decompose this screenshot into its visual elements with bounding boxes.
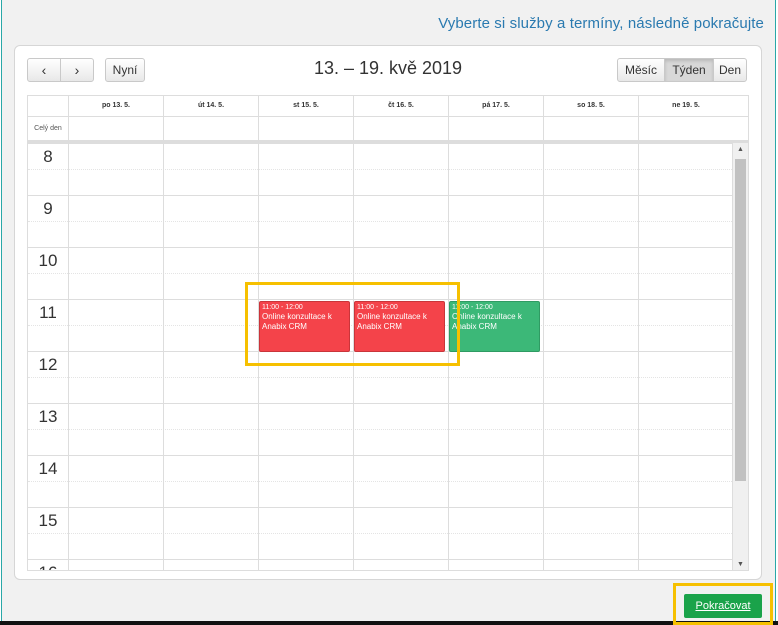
half-hour-slot[interactable] [28,533,734,559]
half-hour-slot[interactable] [28,273,734,299]
hour-slot[interactable] [28,507,734,533]
hour-label: 8 [43,147,53,166]
hour-slot[interactable] [28,247,734,273]
header-gutter [28,96,68,116]
day-header: po 13. 5. [68,96,163,116]
day-column-divider [638,143,639,570]
day-header: pá 17. 5. [448,96,543,116]
hour-label: 9 [43,199,53,218]
event-time: 11:00 - 12:00 [357,304,398,311]
all-day-cell[interactable] [638,116,733,140]
scrollbar-thumb[interactable] [735,159,746,481]
calendar-event[interactable]: 11:00 - 12:00 Online konzultace k Anabix … [259,301,350,352]
all-day-cell[interactable] [448,116,543,140]
calendar-card: ‹ › Nyní 13. – 19. kvě 2019 Měsíc Týden … [14,45,762,580]
hour-slot[interactable] [28,143,734,169]
hour-label: 12 [38,355,58,374]
day-header: st 15. 5. [258,96,353,116]
hour-label: 16 [28,564,68,570]
all-day-label: Celý den [34,124,62,132]
day-column-divider [68,143,69,570]
day-column-divider [163,143,164,570]
view-month-button[interactable]: Měsíc [617,58,665,82]
hour-label: 15 [38,511,58,530]
day-header: ne 19. 5. [638,96,733,116]
day-header: čt 16. 5. [353,96,448,116]
day-column-divider [448,143,449,570]
event-time: 11:00 - 12:00 [452,304,493,311]
hour-label: 14 [38,459,58,478]
half-hour-slot[interactable] [28,169,734,195]
event-title: Online konzultace k Anabix CRM [452,312,522,331]
view-day-button[interactable]: Den [713,58,747,82]
half-hour-slot[interactable] [28,221,734,247]
bottom-edge [0,621,778,625]
view-button-group: Měsíc Týden Den [617,58,747,82]
hour-label: 13 [38,407,58,426]
hour-slot[interactable] [28,559,734,570]
view-week-button[interactable]: Týden [664,58,714,82]
hour-slot[interactable] [28,403,734,429]
day-header: so 18. 5. [543,96,638,116]
week-grid: po 13. 5. út 14. 5. st 15. 5. čt 16. 5. pá 1… [27,95,749,571]
hour-label: 11 [39,303,57,322]
day-column-divider [353,143,354,570]
hour-slot[interactable] [28,195,734,221]
hour-slot[interactable] [28,351,734,377]
hour-label: 10 [38,251,58,270]
half-hour-slot[interactable] [28,377,734,403]
all-day-cell[interactable] [163,116,258,140]
day-column-divider [543,143,544,570]
all-day-row: Celý den [28,116,748,143]
continue-button[interactable]: Pokračovat [684,594,762,618]
all-day-cell[interactable] [543,116,638,140]
day-header-row: po 13. 5. út 14. 5. st 15. 5. čt 16. 5. pá 1… [28,96,748,117]
day-column-divider [258,143,259,570]
calendar-event[interactable]: 11:00 - 12:00 Online konzultace k Anabix … [354,301,445,352]
scroll-down-icon[interactable]: ▼ [733,558,748,570]
hour-slot[interactable] [28,455,734,481]
time-grid: 891011121314151611:00 - 12:00Online konz… [28,143,748,570]
event-time: 11:00 - 12:00 [262,304,303,311]
scroll-up-icon[interactable]: ▲ [733,143,748,157]
half-hour-slot[interactable] [28,481,734,507]
calendar-toolbar: ‹ › Nyní 13. – 19. kvě 2019 Měsíc Týden … [15,46,761,96]
half-hour-slot[interactable] [28,429,734,455]
event-title: Online konzultace k Anabix CRM [357,312,427,331]
all-day-cell[interactable] [258,116,353,140]
page-instruction: Vyberte si služby a termíny, následně po… [438,15,764,32]
all-day-cell[interactable] [68,116,163,140]
calendar-event[interactable]: 11:00 - 12:00 Online konzultace k Anabix … [449,301,540,352]
event-title: Online konzultace k Anabix CRM [262,312,332,331]
all-day-cell[interactable] [353,116,448,140]
vertical-scrollbar[interactable]: ▲ ▼ [732,143,748,570]
day-header: út 14. 5. [163,96,258,116]
